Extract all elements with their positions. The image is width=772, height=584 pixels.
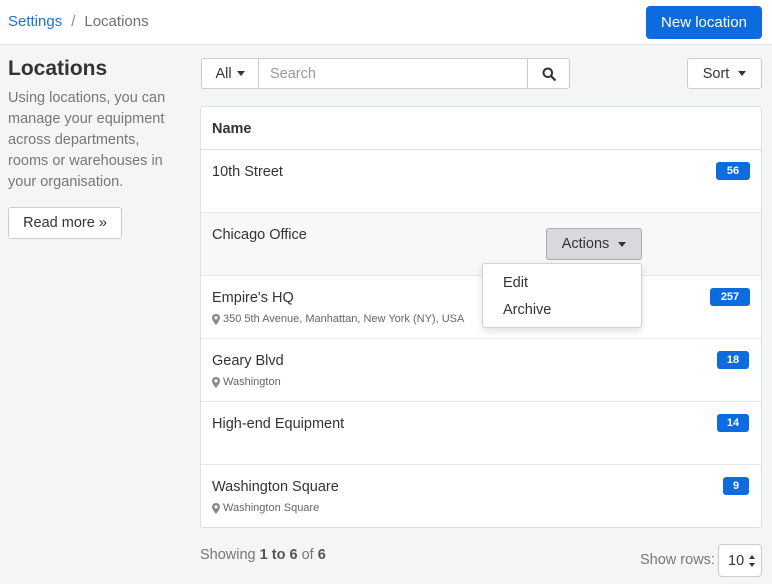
table-row[interactable]: Geary Blvd Washington 18	[201, 339, 761, 402]
address-text: Washington	[223, 376, 281, 388]
page-description: Using locations, you can manage your equ…	[8, 90, 166, 190]
read-more-button[interactable]: Read more »	[8, 207, 122, 239]
caret-down-icon	[618, 241, 627, 247]
location-address: Washington Square	[212, 502, 319, 514]
new-location-button[interactable]: New location	[646, 6, 762, 39]
menu-item-edit[interactable]: Edit	[503, 275, 528, 291]
locations-table: Name 10th Street 56 Chicago Office Empir…	[200, 106, 762, 528]
page-title: Locations	[8, 57, 108, 80]
search-icon	[542, 67, 556, 81]
location-name: Empire's HQ	[212, 290, 294, 306]
showing-of: of	[301, 547, 314, 563]
caret-down-icon	[738, 71, 747, 76]
caret-down-icon	[236, 71, 245, 76]
filter-dropdown[interactable]: All	[201, 58, 259, 89]
location-name: 10th Street	[212, 164, 283, 180]
showing-range: 1 to 6	[259, 547, 298, 563]
table-header: Name	[201, 107, 761, 150]
map-pin-icon	[212, 376, 220, 388]
location-name: High-end Equipment	[212, 416, 345, 432]
column-header-name: Name	[212, 121, 252, 137]
actions-dropdown-menu: Edit Archive	[482, 263, 642, 328]
search-input[interactable]	[258, 58, 528, 89]
filter-label: All	[215, 65, 232, 82]
search-button[interactable]	[527, 58, 570, 89]
showing-prefix: Showing	[200, 547, 256, 563]
location-address: Washington	[212, 376, 281, 388]
table-row[interactable]: High-end Equipment 14	[201, 402, 761, 465]
top-bar: Settings / Locations New location	[0, 0, 772, 45]
actions-label: Actions	[561, 236, 610, 252]
location-address: 350 5th Avenue, Manhattan, New York (NY)…	[212, 313, 464, 325]
table-row[interactable]: Chicago Office	[201, 213, 761, 276]
address-text: Washington Square	[223, 502, 320, 514]
location-name: Chicago Office	[212, 227, 307, 243]
location-name: Geary Blvd	[212, 353, 284, 369]
menu-item-archive[interactable]: Archive	[503, 302, 551, 318]
item-count-badge: 14	[717, 414, 749, 432]
table-row[interactable]: Empire's HQ 350 5th Avenue, Manhattan, N…	[201, 276, 761, 339]
item-count-badge: 18	[717, 351, 749, 369]
map-pin-icon	[212, 502, 220, 514]
item-count-badge: 257	[710, 288, 750, 306]
item-count-badge: 9	[723, 477, 749, 495]
actions-button[interactable]: Actions	[546, 228, 642, 260]
breadcrumb-settings-link[interactable]: Settings	[8, 13, 62, 30]
show-rows-label: Show rows:	[640, 552, 715, 568]
breadcrumb: Settings / Locations	[8, 13, 149, 30]
location-name: Washington Square	[212, 479, 339, 495]
table-row[interactable]: 10th Street 56	[201, 150, 761, 213]
table-row[interactable]: Washington Square Washington Square 9	[201, 465, 761, 528]
pagination-summary: Showing 1 to 6 of 6	[200, 547, 326, 563]
showing-total: 6	[317, 547, 326, 563]
map-pin-icon	[212, 313, 220, 325]
rows-per-page-select[interactable]: 10	[718, 544, 762, 577]
sort-dropdown[interactable]: Sort	[687, 58, 762, 89]
address-text: 350 5th Avenue, Manhattan, New York (NY)…	[223, 313, 465, 325]
sort-label: Sort	[702, 65, 730, 82]
select-arrows-icon	[749, 555, 755, 567]
breadcrumb-current: Locations	[84, 13, 149, 30]
breadcrumb-separator: /	[71, 13, 76, 30]
item-count-badge: 56	[716, 162, 750, 180]
rows-per-page-value: 10	[728, 552, 745, 569]
